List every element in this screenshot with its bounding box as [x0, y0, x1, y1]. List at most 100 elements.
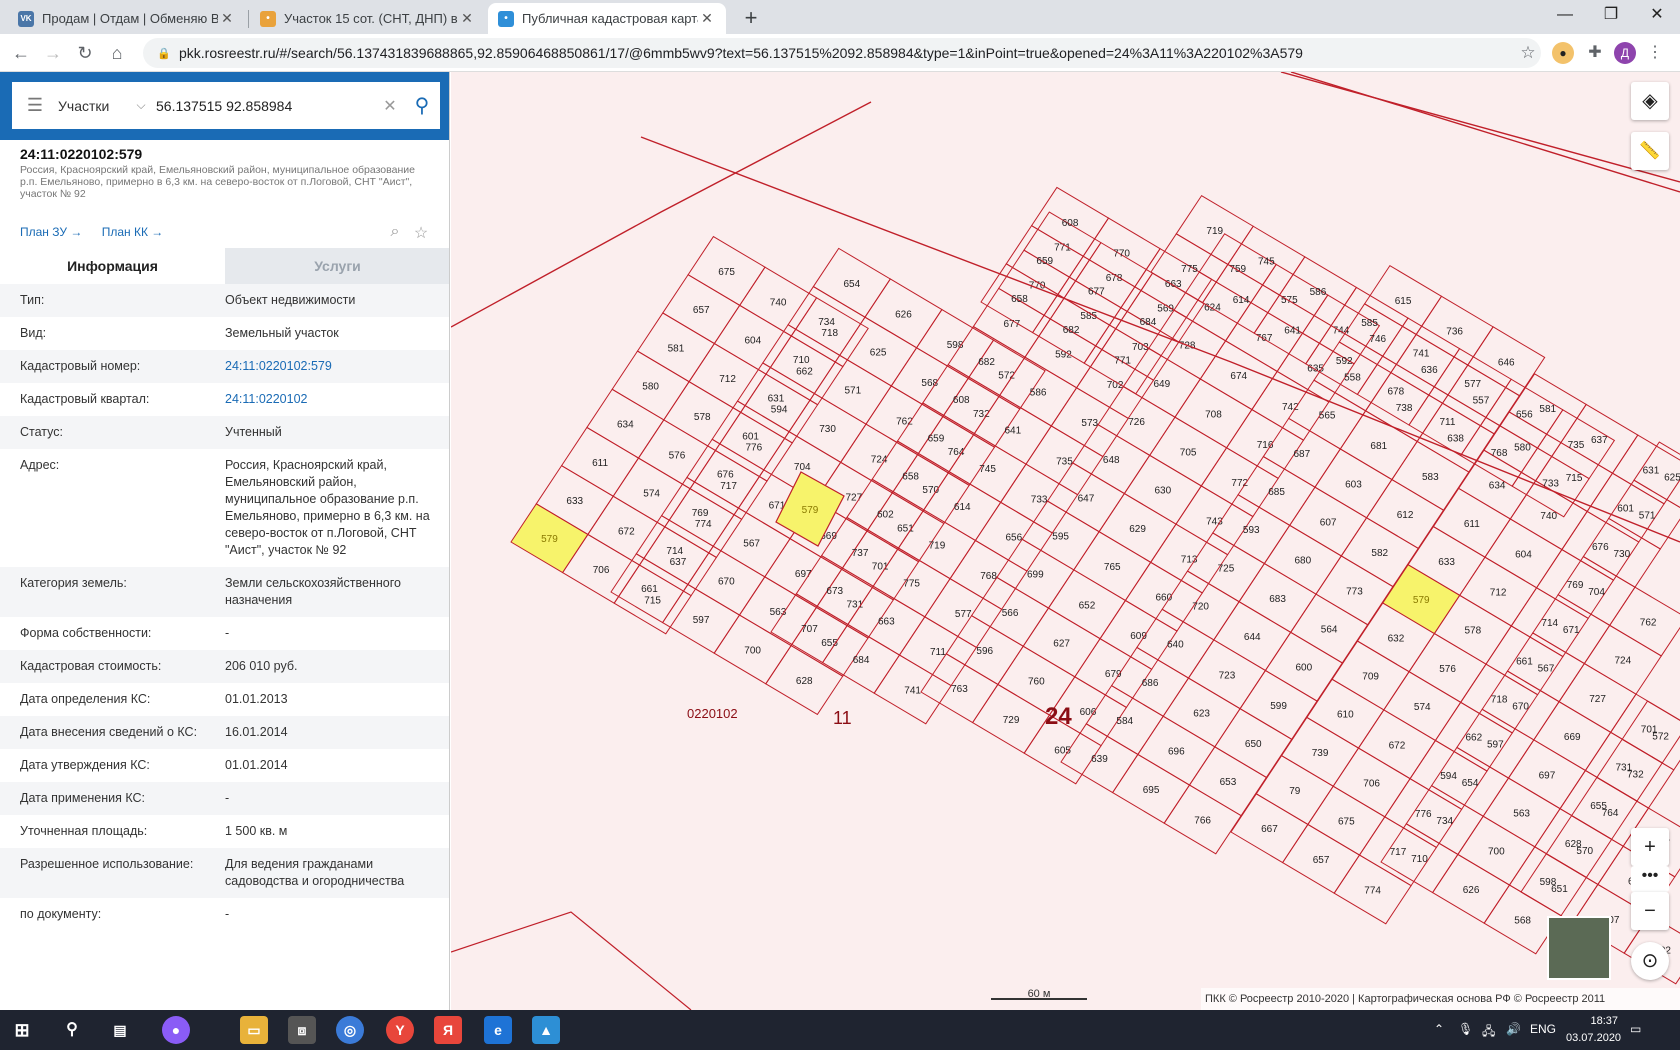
parcel-number-label: 580 — [1514, 442, 1531, 453]
search-icon[interactable]: ⚲ — [58, 1016, 86, 1044]
chrome-icon[interactable]: ◎ — [336, 1016, 364, 1044]
plan-zu-link[interactable]: План ЗУ → — [20, 225, 82, 239]
close-tab-icon[interactable]: ✕ — [698, 10, 716, 27]
browser-tab-2[interactable]: • Участок 15 сот. (СНТ, ДНП) в Ем ✕ — [250, 3, 486, 34]
parcel-number-label: 676 — [717, 470, 734, 481]
yandex-browser-icon[interactable]: Y — [386, 1016, 414, 1044]
browser-tab-3-active[interactable]: • Публичная кадастровая карта ✕ — [488, 3, 726, 34]
yandex-icon[interactable]: Я — [434, 1016, 462, 1044]
parcel-number-label: 773 — [1346, 586, 1363, 597]
parcel-number-label: 604 — [1515, 549, 1532, 560]
parcel-number-label: 730 — [1614, 549, 1631, 560]
property-label: Адрес: — [20, 458, 60, 472]
parcel-number-label: 680 — [1295, 556, 1312, 567]
search-input[interactable]: 56.137515 92.858984 — [156, 98, 376, 114]
plan-kk-link[interactable]: План КК → — [102, 225, 164, 239]
photos-icon[interactable]: ▲ — [532, 1016, 560, 1044]
parcel-number-label: 584 — [1116, 716, 1133, 727]
file-explorer-icon[interactable]: ▭ — [240, 1016, 268, 1044]
maximize-button[interactable]: ❐ — [1588, 0, 1634, 32]
close-window-button[interactable]: ✕ — [1634, 0, 1680, 32]
language-indicator[interactable]: ENG — [1530, 1022, 1556, 1036]
property-label: Форма собственности: — [20, 626, 152, 640]
extensions-puzzle-icon[interactable]: ✚ — [1584, 42, 1606, 64]
road-boundary-line — [1290, 72, 1680, 193]
menu-dots-icon[interactable]: ⋮ — [1644, 42, 1666, 64]
alice-assistant-icon[interactable]: ● — [162, 1016, 190, 1044]
tray-chevron-icon[interactable]: ⌃ — [1434, 1022, 1444, 1036]
avito-favicon-icon: • — [260, 10, 276, 27]
property-row: Тип: Объект недвижимости — [0, 284, 449, 317]
parcel-number-label: 714 — [1541, 618, 1558, 629]
minimize-button[interactable]: — — [1542, 0, 1588, 32]
minimap-thumbnail[interactable] — [1547, 916, 1611, 980]
reload-icon[interactable]: ↻ — [72, 40, 98, 66]
url-text[interactable]: pkk.rosreestr.ru/#/search/56.13743183968… — [179, 45, 1515, 61]
chevron-down-icon[interactable]: ⌵ — [126, 98, 156, 113]
back-icon[interactable]: ← — [8, 40, 34, 66]
parcel-number-label: 774 — [1364, 885, 1381, 896]
home-icon[interactable]: ⌂ — [104, 40, 130, 66]
notifications-icon[interactable]: ▭ — [1630, 1022, 1641, 1036]
parcel-number-label: 723 — [1219, 670, 1236, 681]
store-icon[interactable]: ⧈ — [288, 1016, 316, 1044]
zoom-to-object-icon[interactable]: ⌕ — [385, 223, 405, 241]
tab-services[interactable]: Услуги — [225, 248, 449, 284]
parcel-number-label: 740 — [1540, 511, 1557, 522]
panel-tabs: Информация Услуги — [0, 248, 449, 284]
tab-title: Публичная кадастровая карта — [522, 11, 698, 26]
microphone-icon[interactable]: 🎙 — [1458, 1022, 1473, 1036]
clear-search-icon[interactable]: ✕ — [376, 96, 404, 116]
parcel-number-label: 636 — [1421, 365, 1438, 376]
browser-tab-1[interactable]: VK Продам | Отдам | Обменяю В К ✕ — [8, 3, 246, 34]
parcel-number-label: 615 — [1395, 296, 1412, 307]
map-canvas[interactable]: 579 633 611 634 580 581 657 675 706 672 574 576 578 7… — [451, 72, 1680, 1010]
property-value[interactable]: 24:11:0220102:579 — [225, 358, 440, 375]
parcel-number-label: 684 — [1140, 317, 1157, 328]
tab-information[interactable]: Информация — [0, 248, 225, 284]
address-bar[interactable]: 🔒 pkk.rosreestr.ru/#/search/56.137431839… — [143, 38, 1541, 68]
parcel-number-label: 633 — [1438, 557, 1455, 568]
bookmark-star-icon[interactable]: ☆ — [1515, 43, 1541, 63]
close-tab-icon[interactable]: ✕ — [218, 10, 236, 27]
volume-icon[interactable]: 🔊 — [1506, 1022, 1521, 1036]
profile-avatar[interactable]: Д — [1614, 42, 1636, 64]
extension-cookie-icon[interactable]: ● — [1552, 42, 1574, 64]
edge-icon[interactable]: e — [484, 1016, 512, 1044]
parcel-number-label: 711 — [1439, 417, 1455, 428]
parcel-number-label: 577 — [1464, 379, 1481, 390]
new-tab-button[interactable]: + — [738, 5, 764, 31]
more-options-icon[interactable]: ••• — [1631, 866, 1669, 892]
property-row: Форма собственности: - — [0, 617, 449, 650]
parcel-number-label: 741 — [904, 685, 921, 696]
cadastral-map[interactable]: 579 633 611 634 580 581 657 675 706 672 574 576 578 7… — [451, 72, 1680, 1010]
system-clock[interactable]: 18:37 03.07.2020 — [1566, 1013, 1621, 1047]
favorite-star-icon[interactable]: ☆ — [411, 223, 431, 242]
windows-start-icon[interactable]: ⊞ — [8, 1016, 36, 1044]
property-value: 01.01.2013 — [225, 692, 288, 706]
property-row: Категория земель: Земли сельскохозяйствен… — [0, 567, 449, 617]
parcel-number-label: 647 — [1078, 493, 1095, 504]
network-icon[interactable]: 🖧 — [1482, 1022, 1495, 1043]
zoom-in-button[interactable]: + — [1631, 828, 1669, 866]
parcel-number-label: 574 — [643, 488, 660, 499]
compass-icon[interactable]: ⊙ — [1631, 942, 1669, 980]
property-value[interactable]: 24:11:0220102 — [225, 391, 440, 408]
zoom-out-button[interactable]: − — [1631, 892, 1669, 930]
parcel-number-label: 714 — [666, 546, 683, 557]
parcel-number-label: 656 — [1516, 410, 1533, 421]
close-tab-icon[interactable]: ✕ — [458, 10, 476, 27]
layers-icon[interactable]: ◈ — [1631, 82, 1669, 120]
parcel-number-label: 673 — [826, 586, 843, 597]
task-view-icon[interactable]: ▤ — [106, 1016, 134, 1044]
ruler-icon[interactable]: 📏 — [1631, 132, 1669, 170]
search-type-select[interactable]: Участки — [58, 98, 126, 114]
parcel-number-label: 709 — [1362, 671, 1379, 682]
property-value: Объект недвижимости — [225, 293, 356, 307]
parcel-number-label: 739 — [1312, 748, 1329, 759]
parcel-number-label: 626 — [1463, 885, 1480, 896]
forward-icon[interactable]: → — [40, 40, 66, 66]
hamburger-menu-icon[interactable]: ☰ — [12, 95, 58, 116]
parcel-number-label: 659 — [928, 433, 945, 444]
search-icon[interactable]: ⚲ — [404, 93, 440, 118]
